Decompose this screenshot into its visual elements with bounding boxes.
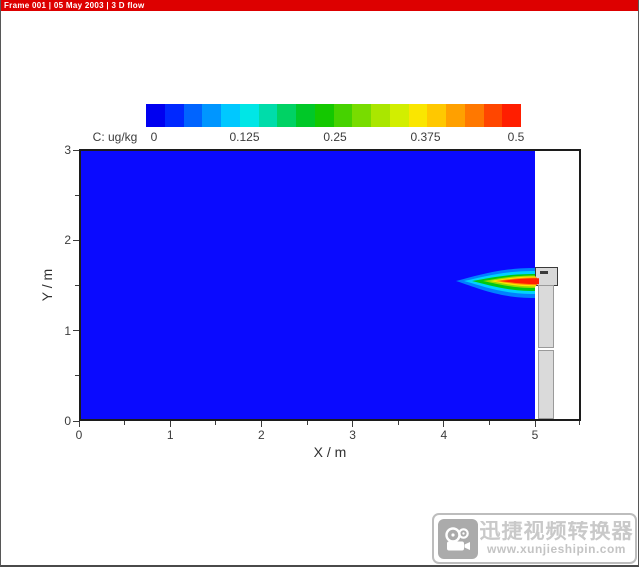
- axis-tick: [398, 421, 399, 425]
- axis-tick: [79, 421, 80, 427]
- colorbar-segment: [427, 104, 446, 127]
- colorbar-segment: [184, 104, 203, 127]
- x-tick-label: 3: [349, 428, 356, 442]
- video-converter-icon: [438, 519, 478, 559]
- colorbar-labels: C: ug/kg 0 0.125 0.25 0.375 0.5: [1, 130, 639, 145]
- colorbar-segment: [146, 104, 165, 127]
- colorbar-segment: [390, 104, 409, 127]
- colorbar-segment: [446, 104, 465, 127]
- y-tick-label: 2: [55, 233, 71, 247]
- x-tick-label: 2: [258, 428, 265, 442]
- x-tick-label: 5: [532, 428, 539, 442]
- contour-plot: [79, 149, 581, 421]
- colorbar-segment: [371, 104, 390, 127]
- colorbar-tick-label: 0.25: [323, 130, 346, 144]
- jet-plume: [81, 151, 579, 419]
- axis-tick: [261, 421, 262, 427]
- colorbar-title: C: ug/kg: [93, 130, 138, 144]
- y-tick-label: 3: [55, 143, 71, 157]
- colorbar-segment: [409, 104, 428, 127]
- x-tick-label: 1: [167, 428, 174, 442]
- axis-tick: [73, 150, 79, 151]
- axis-tick: [215, 421, 216, 425]
- watermark-title: 迅捷视频转换器: [478, 521, 635, 543]
- axis-tick: [75, 285, 79, 286]
- frame-header-text: Frame 001 | 05 May 2003 | 3 D flow: [4, 1, 145, 10]
- axis-tick: [124, 421, 125, 425]
- axis-tick: [535, 421, 536, 427]
- y-tick-label: 1: [55, 324, 71, 338]
- colorbar-segment: [315, 104, 334, 127]
- axis-tick: [170, 421, 171, 427]
- axis-tick: [75, 375, 79, 376]
- colorbar: [146, 104, 521, 127]
- axis-tick: [307, 421, 308, 425]
- colorbar-segment: [352, 104, 371, 127]
- app-window: Frame 001 | 05 May 2003 | 3 D flow C: ug…: [0, 0, 639, 567]
- colorbar-segment: [465, 104, 484, 127]
- outlet-marker: [540, 271, 548, 274]
- colorbar-segment: [502, 104, 521, 127]
- colorbar-segment: [165, 104, 184, 127]
- colorbar-segment: [240, 104, 259, 127]
- colorbar-segment: [296, 104, 315, 127]
- colorbar-segment: [221, 104, 240, 127]
- x-tick-label: 4: [440, 428, 447, 442]
- y-tick-label: 0: [55, 414, 71, 428]
- colorbar-segment: [259, 104, 278, 127]
- colorbar-segment: [277, 104, 296, 127]
- colorbar-tick-label: 0.375: [410, 130, 440, 144]
- frame-header[interactable]: Frame 001 | 05 May 2003 | 3 D flow: [1, 0, 639, 11]
- colorbar-tick-label: 0.5: [508, 130, 525, 144]
- colorbar-segment: [484, 104, 503, 127]
- axis-tick: [579, 421, 580, 425]
- colorbar-tick-label: 0: [151, 130, 158, 144]
- colorbar-segment: [334, 104, 353, 127]
- y-axis-title: Y / m: [39, 269, 55, 301]
- axis-tick: [443, 421, 444, 427]
- watermark-text: 迅捷视频转换器 www.xunjieshipin.com: [478, 521, 635, 556]
- axis-tick: [73, 330, 79, 331]
- watermark-url: www.xunjieshipin.com: [478, 543, 635, 556]
- axis-tick: [75, 195, 79, 196]
- axis-tick: [352, 421, 353, 427]
- x-axis-title: X / m: [314, 444, 347, 460]
- watermark: 迅捷视频转换器 www.xunjieshipin.com: [432, 513, 637, 564]
- axis-tick: [489, 421, 490, 425]
- axis-tick: [73, 240, 79, 241]
- x-tick-label: 0: [76, 428, 83, 442]
- colorbar-segment: [202, 104, 221, 127]
- axis-tick: [73, 421, 79, 422]
- colorbar-tick-label: 0.125: [229, 130, 259, 144]
